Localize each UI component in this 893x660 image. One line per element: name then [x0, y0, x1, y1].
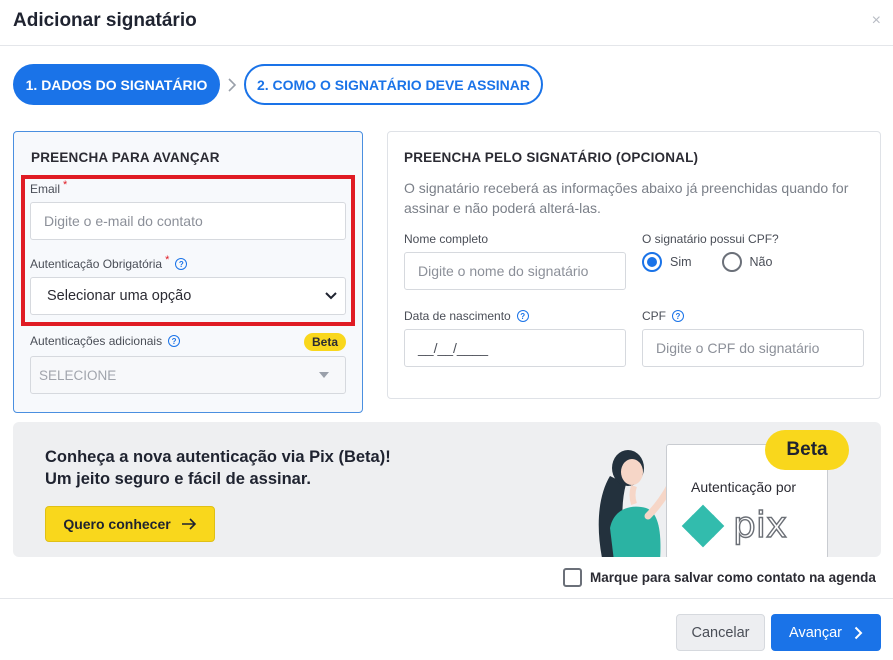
pix-promo-banner: Conheça a nova autenticação via Pix (Bet…	[13, 422, 881, 557]
cpf-question-label: O signatário possui CPF?	[642, 232, 779, 246]
woman-illustration	[598, 450, 674, 557]
cpf-radio-group: Sim Não	[642, 252, 772, 272]
radio-no-label: Não	[749, 255, 773, 269]
arrow-right-icon	[181, 518, 196, 530]
close-icon[interactable]: ×	[872, 12, 881, 30]
save-contact-label[interactable]: Marque para salvar como contato na agend…	[590, 570, 876, 585]
extra-auth-select-value: SELECIONE	[39, 367, 117, 383]
dob-label: Data de nascimento	[404, 309, 511, 323]
extra-auth-select[interactable]: SELECIONE	[30, 356, 346, 394]
radio-yes[interactable]	[642, 252, 662, 272]
email-input[interactable]: Digite o e-mail do contato	[30, 202, 346, 240]
chevron-right-icon	[854, 626, 863, 639]
help-icon[interactable]: ?	[168, 335, 181, 347]
extra-auth-label-row: Autenticações adicionais?	[30, 334, 181, 348]
email-label-row: Email *	[30, 179, 68, 196]
save-contact-row: Marque para salvar como contato na agend…	[563, 568, 876, 587]
auth-select[interactable]: Selecionar uma opção	[30, 277, 346, 315]
required-mark: *	[165, 254, 170, 266]
modal-title: Adicionar signatário	[13, 10, 197, 31]
pix-logo-text: pix	[733, 505, 787, 546]
auth-label-row: Autenticação Obrigatória *?	[30, 254, 188, 271]
caret-down-icon	[319, 372, 329, 378]
help-icon[interactable]: ?	[672, 310, 684, 322]
learn-more-label: Quero conhecer	[63, 516, 171, 532]
cpf-label-row: CPF?	[642, 309, 684, 323]
chevron-down-icon	[325, 292, 337, 300]
cancel-button[interactable]: Cancelar	[676, 614, 765, 651]
banner-subline: Um jeito seguro e fácil de assinar.	[45, 470, 311, 488]
step-1-signer-data[interactable]: 1. DADOS DO SIGNATÁRIO	[13, 64, 220, 105]
banner-headline: Conheça a nova autenticação via Pix (Bet…	[45, 448, 391, 466]
email-label: Email	[30, 182, 61, 196]
pix-logo-icon: pix	[681, 504, 788, 548]
learn-more-button[interactable]: Quero conhecer	[45, 506, 215, 542]
pix-card-text: Autenticação por	[691, 479, 797, 495]
auth-label: Autenticação Obrigatória	[30, 257, 163, 271]
next-button[interactable]: Avançar	[771, 614, 881, 651]
modal-header: Adicionar signatário ×	[0, 0, 893, 46]
step-2-how-to-sign[interactable]: 2. COMO O SIGNATÁRIO DEVE ASSINAR	[244, 64, 543, 105]
auth-select-value: Selecionar uma opção	[47, 288, 192, 304]
radio-no[interactable]	[721, 252, 742, 272]
next-button-label: Avançar	[789, 624, 842, 641]
chevron-right-icon	[220, 77, 244, 92]
birth-date-input[interactable]: __/__/____	[404, 329, 626, 367]
cpf-input[interactable]: Digite o CPF do signatário	[642, 329, 864, 367]
optional-fields-heading: PREENCHA PELO SIGNATÁRIO (OPCIONAL)	[404, 150, 699, 165]
save-contact-checkbox[interactable]	[563, 568, 582, 587]
beta-badge: Beta	[304, 333, 347, 351]
radio-yes-label: Sim	[670, 255, 692, 269]
help-icon[interactable]: ?	[175, 258, 188, 270]
full-name-input[interactable]: Digite o nome do signatário	[404, 252, 626, 290]
required-fields-heading: PREENCHA PARA AVANÇAR	[31, 150, 220, 165]
extra-auth-label: Autenticações adicionais	[30, 334, 163, 348]
required-mark: *	[63, 179, 68, 191]
footer-divider	[0, 598, 893, 599]
name-label: Nome completo	[404, 232, 489, 246]
stepper: 1. DADOS DO SIGNATÁRIO 2. COMO O SIGNATÁ…	[13, 64, 543, 105]
add-signer-modal: Adicionar signatário × 1. DADOS DO SIGNA…	[0, 0, 893, 660]
dob-label-row: Data de nascimento?	[404, 309, 529, 323]
beta-bubble: Beta	[765, 430, 849, 470]
help-icon[interactable]: ?	[516, 310, 529, 322]
optional-fields-description: O signatário receberá as informações aba…	[404, 180, 849, 216]
cpf-label: CPF	[642, 309, 666, 323]
